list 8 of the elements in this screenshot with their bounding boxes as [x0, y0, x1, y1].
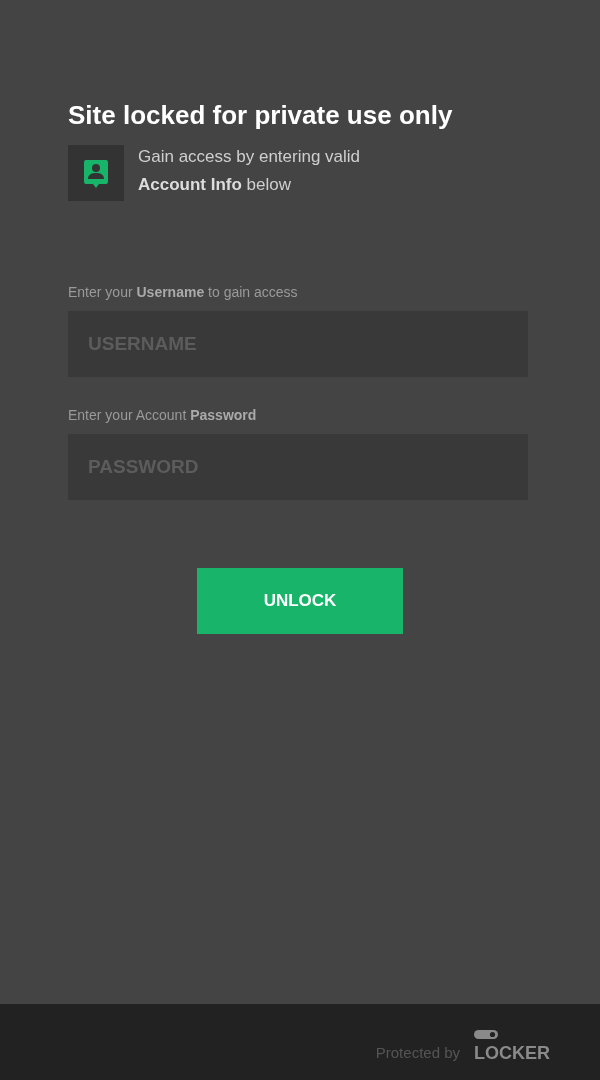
access-instructions: Gain access by entering valid Account Info below: [138, 146, 361, 196]
field-label: Enter your Username to gain access: [68, 283, 298, 302]
page-title: Site locked for private use only: [68, 99, 453, 132]
field-label: Enter your Account Password: [68, 406, 257, 425]
brand-name: LOCKER: [474, 1043, 550, 1063]
user-badge-icon: [68, 145, 124, 201]
unlock-button[interactable]: UNLOCK: [197, 568, 403, 634]
toggle-icon: [474, 1030, 498, 1039]
